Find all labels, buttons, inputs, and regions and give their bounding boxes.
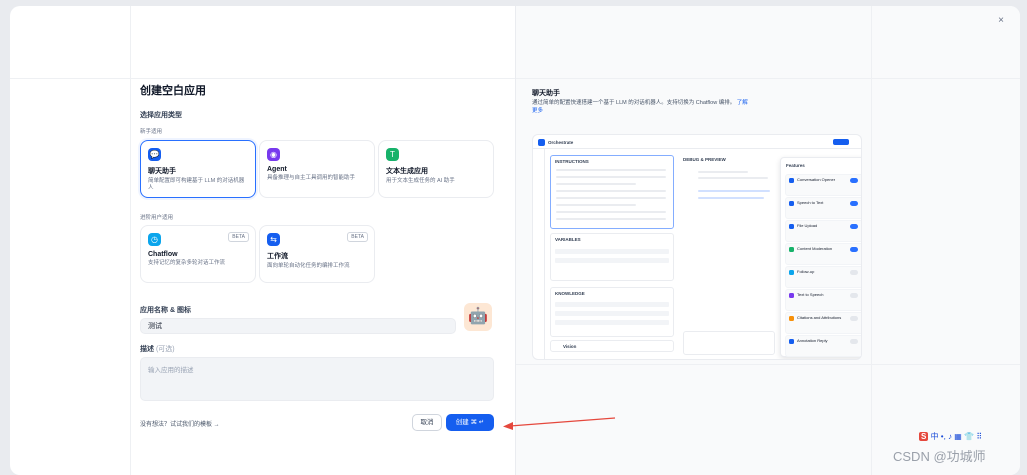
beta-badge: BETA: [228, 232, 249, 242]
feature-row: Annotation Reply: [785, 335, 861, 357]
feature-name: Text to Speech: [797, 292, 824, 297]
preview-title: 聊天助手: [532, 90, 560, 97]
dialog-title: 创建空白应用: [140, 85, 206, 97]
feature-name: Content Moderation: [797, 246, 833, 251]
app-logo-icon: [538, 139, 545, 146]
feature-toggle[interactable]: [850, 178, 858, 183]
feature-row: File Upload: [785, 220, 861, 242]
preview-screenshot: Orchestrate INSTRUCTIONS VARIABLES KNOWL…: [532, 134, 862, 360]
template-link[interactable]: 没有想法？试试我们的模板 →: [140, 419, 220, 428]
app-icon-picker[interactable]: 🤖: [464, 303, 492, 331]
feature-name: Follow-up: [797, 269, 815, 274]
feature-row: Citations and Attributions: [785, 312, 861, 334]
app-type-icon: ◉: [267, 148, 280, 161]
app-type-desc: 支持记忆的复杂多轮对话工作流: [148, 260, 226, 266]
shot-app-name: Orchestrate: [548, 140, 574, 145]
feature-toggle[interactable]: [850, 293, 858, 298]
app-type-icon: T: [386, 148, 399, 161]
shot-debug: DEBUG & PREVIEW: [683, 157, 726, 162]
app-type-advanced_types-1[interactable]: ⇆ 工作流面向单轮自动化任务的编排工作流 BETA: [259, 225, 375, 283]
advanced-label: 进阶用户适用: [140, 215, 174, 221]
app-type-types-2[interactable]: T 文本生成应用用于文本生成任务的 AI 助手: [378, 140, 494, 198]
create-app-dialog: 创建空白应用 选择应用类型 新手适用 💬 聊天助手简单配置即可构建基于 LLM 的…: [10, 6, 1020, 475]
feature-name: File Upload: [797, 223, 818, 228]
app-type-name: Chatflow: [148, 251, 178, 258]
feature-row: Content Moderation: [785, 243, 861, 265]
feature-toggle[interactable]: [850, 201, 858, 206]
app-type-desc: 用于文本生成任务的 AI 助手: [386, 178, 455, 184]
shot-variables: VARIABLES: [555, 237, 581, 242]
feature-row: Speech to Text: [785, 197, 861, 219]
shot-knowledge: KNOWLEDGE: [555, 291, 585, 296]
features-title: Features: [786, 163, 805, 168]
feature-toggle[interactable]: [850, 247, 858, 252]
app-type-desc: 简单配置即可构建基于 LLM 的对话机器人: [148, 178, 245, 191]
app-type-desc: 面向单轮自动化任务的编排工作流: [267, 263, 350, 269]
feature-name: Conversation Opener: [797, 177, 836, 182]
app-type-name: Agent: [267, 166, 287, 173]
feature-name: Annotation Reply: [797, 338, 828, 343]
app-type-icon: ⇆: [267, 233, 280, 246]
robot-icon: 🤖: [468, 308, 488, 325]
app-type-name: 聊天助手: [148, 168, 176, 175]
shot-vision: Vision: [563, 344, 577, 349]
cancel-button[interactable]: 取消: [412, 414, 442, 431]
feature-icon: [789, 178, 794, 183]
beginner-label: 新手适用: [140, 129, 163, 135]
feature-icon: [789, 247, 794, 252]
feature-row: Text to Speech: [785, 289, 861, 311]
app-name-input[interactable]: [140, 318, 456, 334]
sogou-logo-icon: S: [919, 432, 929, 441]
feature-icon: [789, 270, 794, 275]
app-type-icon: ◷: [148, 233, 161, 246]
app-type-advanced_types-0[interactable]: ◷ Chatflow 支持记忆的复杂多轮对话工作流 BETA: [140, 225, 256, 283]
watermark: CSDN @功城师: [893, 449, 986, 464]
app-type-label: 选择应用类型: [140, 112, 182, 119]
preview-desc: 通过简单的配置快速搭建一个基于 LLM 的对话机器人。支持切换为 Chatflo…: [532, 100, 748, 114]
create-button[interactable]: 创建 ⌘ ↵: [446, 414, 494, 431]
feature-toggle[interactable]: [850, 339, 858, 344]
ime-toolbar[interactable]: S 中 •, ♪ ▦ 👕 ⠿: [919, 431, 982, 442]
name-label: 应用名称 & 图标: [140, 307, 191, 314]
feature-toggle[interactable]: [850, 270, 858, 275]
shot-instructions: INSTRUCTIONS: [555, 159, 589, 164]
feature-icon: [789, 316, 794, 321]
feature-icon: [789, 224, 794, 229]
feature-icon: [789, 339, 794, 344]
feature-name: Citations and Attributions: [797, 315, 842, 320]
form-pane: 创建空白应用 选择应用类型 新手适用 💬 聊天助手简单配置即可构建基于 LLM 的…: [10, 6, 515, 475]
beta-badge: BETA: [347, 232, 368, 242]
app-type-name: 工作流: [267, 253, 288, 260]
app-desc-textarea[interactable]: 输入应用的描述: [140, 357, 494, 401]
app-type-icon: 💬: [148, 148, 161, 161]
feature-icon: [789, 201, 794, 206]
feature-toggle[interactable]: [850, 316, 858, 321]
feature-row: Follow-up: [785, 266, 861, 288]
app-type-types-1[interactable]: ◉ Agent 具备推理与自主工具调用的智能助手: [259, 140, 375, 198]
app-type-name: 文本生成应用: [386, 168, 428, 175]
feature-icon: [789, 293, 794, 298]
desc-label: 描述 (可选): [140, 346, 175, 353]
feature-name: Speech to Text: [797, 200, 824, 205]
feature-toggle[interactable]: [850, 224, 858, 229]
features-panel: Features Conversation Opener Speech to Te…: [780, 157, 861, 357]
app-type-desc: 具备推理与自主工具调用的智能助手: [267, 175, 356, 181]
feature-row: Conversation Opener: [785, 174, 861, 196]
app-type-types-0[interactable]: 💬 聊天助手简单配置即可构建基于 LLM 的对话机器人: [140, 140, 256, 198]
close-icon[interactable]: ×: [992, 12, 1010, 30]
